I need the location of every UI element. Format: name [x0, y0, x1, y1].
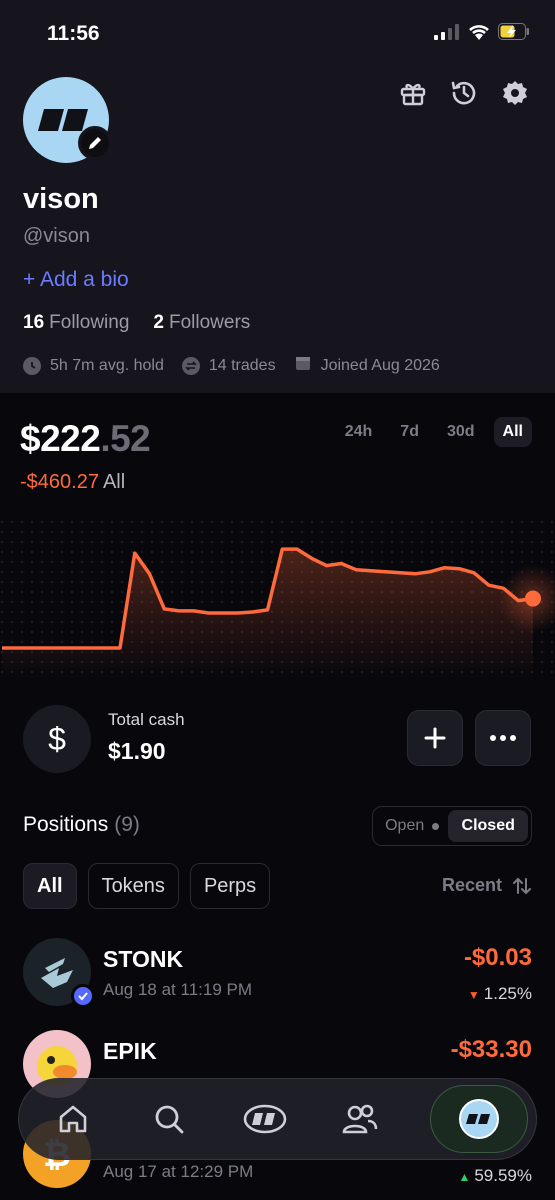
positions-count: (9)	[114, 813, 140, 836]
range-tab-all[interactable]: All	[493, 417, 532, 447]
edit-avatar-icon[interactable]	[78, 126, 112, 160]
dollar-icon: $	[23, 705, 91, 773]
add-cash-button[interactable]	[407, 710, 463, 766]
joined-text: Joined Aug 2026	[320, 356, 440, 374]
add-bio-link[interactable]: + Add a bio	[23, 268, 129, 292]
battery-icon	[498, 23, 529, 40]
position-change: ▼ 1.25%	[468, 984, 532, 1004]
trades-stat: 14 trades	[181, 354, 276, 377]
range-tab-24h[interactable]: 24h	[336, 417, 382, 447]
pnl-period: All	[102, 471, 126, 493]
signal-icon	[434, 23, 459, 40]
verified-icon	[71, 984, 95, 1008]
sort-button[interactable]: Recent	[442, 875, 532, 896]
followers-link[interactable]: 2 Followers	[153, 312, 250, 334]
position-name: STONK	[103, 946, 184, 972]
up-arrow-icon: ▲	[458, 1170, 471, 1184]
cash-label: Total cash	[108, 710, 185, 729]
sort-icon	[513, 877, 531, 894]
search-icon[interactable]	[143, 1093, 195, 1145]
bottom-tab-bar	[18, 1078, 537, 1160]
following-link[interactable]: 16 Following	[23, 312, 129, 334]
open-dot-icon	[432, 822, 440, 830]
range-tab-30d[interactable]: 30d	[438, 417, 484, 447]
filter-perps[interactable]: Perps	[189, 863, 271, 909]
cash-value: $1.90	[108, 738, 166, 764]
range-tabs: 24h 7d 30d All	[336, 417, 532, 447]
position-amount: -$33.30	[450, 1036, 532, 1063]
avg-hold-stat: 5h 7m avg. hold	[23, 354, 164, 377]
clock-icon	[23, 356, 41, 375]
position-filters: All Tokens Perps	[23, 863, 271, 909]
filter-all[interactable]: All	[23, 863, 77, 909]
portfolio-chart	[0, 520, 555, 680]
open-label: Open	[385, 817, 425, 834]
closed-tab[interactable]: Closed	[448, 810, 528, 842]
open-tab[interactable]: Open	[376, 817, 448, 835]
status-bar: 11:56	[0, 0, 555, 70]
position-pct: 59.59%	[474, 1166, 532, 1185]
range-tab-7d[interactable]: 7d	[391, 417, 428, 447]
calendar-icon	[294, 354, 312, 377]
following-label: Following	[49, 312, 130, 333]
profile-icon	[459, 1099, 499, 1139]
position-row-stonk[interactable]: STONK Aug 18 at 11:19 PM -$0.03 ▼ 1.25%	[23, 938, 532, 1014]
avg-hold-text: 5h 7m avg. hold	[50, 356, 164, 374]
people-icon[interactable]	[334, 1093, 386, 1145]
position-amount: -$0.03	[463, 944, 532, 971]
more-icon	[490, 735, 516, 741]
pnl: -$460.27 All	[20, 471, 125, 494]
position-name: EPIK	[103, 1038, 157, 1064]
settings-icon[interactable]	[500, 78, 530, 108]
pnl-value: -$460.27	[20, 471, 99, 493]
followers-label: Followers	[168, 312, 251, 333]
following-count: 16	[23, 312, 45, 333]
portfolio-balance: $222.52	[20, 418, 151, 460]
trades-text: 14 trades	[208, 356, 276, 374]
balance-cents: .52	[100, 418, 151, 459]
more-options-button[interactable]	[475, 710, 531, 766]
balance-whole: $222	[20, 418, 101, 459]
position-pct: 1.25%	[483, 984, 532, 1003]
username: vison	[23, 183, 99, 215]
gift-icon[interactable]	[398, 78, 428, 108]
user-handle: @vison	[23, 225, 90, 247]
followers-count: 2	[153, 312, 164, 333]
swap-icon	[181, 356, 200, 375]
joined-stat: Joined Aug 2026	[294, 354, 440, 377]
home-icon[interactable]	[47, 1093, 99, 1145]
logo-icon[interactable]	[239, 1093, 291, 1145]
avatar[interactable]	[23, 77, 112, 163]
profile-tab-active[interactable]	[430, 1085, 528, 1153]
wifi-icon	[469, 24, 489, 40]
open-closed-toggle: Open Closed	[372, 806, 532, 846]
positions-title: Positions (9)	[23, 813, 140, 837]
plus-icon	[424, 727, 446, 749]
status-time: 11:56	[47, 22, 100, 45]
down-arrow-icon: ▼	[467, 988, 480, 1002]
filter-tokens[interactable]: Tokens	[87, 863, 179, 909]
position-date: Aug 18 at 11:19 PM	[103, 980, 253, 999]
sort-label: Recent	[441, 875, 502, 895]
position-change: ▲ 59.59%	[458, 1166, 532, 1186]
position-date: Aug 17 at 12:29 PM	[103, 1162, 254, 1181]
history-icon[interactable]	[449, 78, 479, 108]
chart-end-point	[525, 590, 541, 607]
positions-title-text: Positions	[23, 813, 109, 836]
